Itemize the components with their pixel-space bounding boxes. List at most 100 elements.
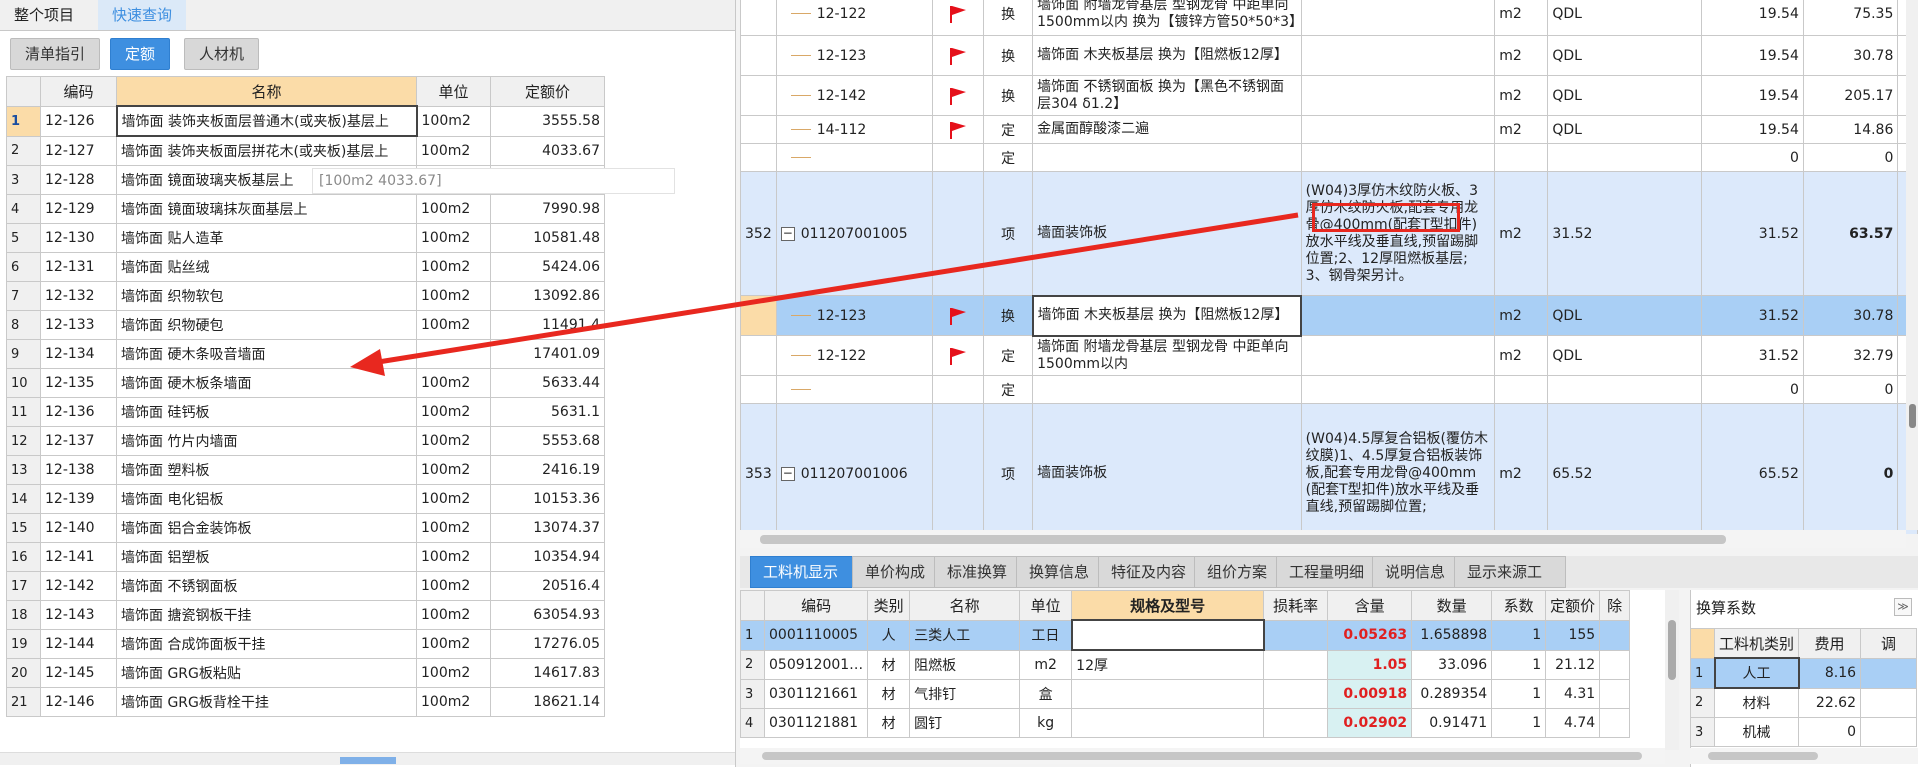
item-features[interactable] — [1300, 35, 1496, 76]
bill-item-row[interactable]: 353−011207001006 项墙面装饰板 (W04)4.5厚复合铝板(覆仿木纹… — [740, 403, 1918, 534]
row-number[interactable] — [740, 295, 777, 336]
tab-quota[interactable]: 定额 — [110, 38, 171, 70]
quota-row[interactable]: 19 12-144 墙饰面 合成饰面板干挂 100m2 17276.05 — [6, 629, 605, 659]
resource-name[interactable]: 三类人工 — [909, 619, 1021, 651]
quota-name[interactable]: 墙饰面 装饰夹板面层拼花木(或夹板)基层上 — [116, 135, 417, 166]
bill-hscroll-thumb[interactable] — [760, 535, 1726, 544]
item-name[interactable]: 墙饰面 木夹板基层 换为【阻燃板12厚】 — [1032, 35, 1302, 76]
row-number[interactable]: 12 — [6, 426, 41, 456]
quota-sub-row[interactable]: 12-122 定墙饰面 附墙龙骨基层 型钢龙骨 中距单向1500mm以内 m2 QDL… — [740, 335, 1918, 376]
resource-name[interactable]: 圆钉 — [909, 708, 1021, 738]
quantity-expression[interactable]: 31.52 — [1547, 171, 1703, 296]
quota-sub-row[interactable]: 定 00 — [740, 375, 1918, 404]
quantity-expression[interactable] — [1547, 143, 1703, 172]
resource-content[interactable]: 0.00918 — [1327, 679, 1413, 709]
quota-row[interactable]: 18 12-143 墙饰面 搪瓷钢板干挂 100m2 63054.93 — [6, 600, 605, 630]
quota-row[interactable]: 17 12-142 墙饰面 不锈钢面板 100m2 20516.4 — [6, 571, 605, 601]
tab-whole-project[interactable]: 整个项目 — [0, 0, 89, 30]
quota-name[interactable]: 墙饰面 硬木板条墙面 — [116, 368, 417, 398]
bill-vscroll-thumb[interactable] — [1909, 404, 1916, 428]
row-number[interactable]: 352 — [740, 171, 777, 296]
coefficient-adjust[interactable] — [1860, 657, 1918, 689]
row-number[interactable]: 15 — [6, 513, 41, 543]
row-number[interactable]: 353 — [740, 403, 777, 534]
quota-sub-row[interactable]: 定 00 — [740, 143, 1918, 172]
item-name[interactable] — [1032, 143, 1302, 172]
resource-name[interactable]: 阻燃板 — [909, 649, 1021, 680]
quota-name[interactable]: 墙饰面 合成饰面板干挂 — [116, 629, 417, 659]
row-number[interactable]: 11 — [6, 397, 41, 427]
quota-name[interactable]: 墙饰面 GRG板背栓干挂 — [116, 687, 417, 717]
row-number[interactable]: 3 — [6, 165, 41, 195]
quota-row[interactable]: 6 12-131 墙饰面 贴丝绒 100m2 5424.06 — [6, 252, 605, 282]
item-features[interactable] — [1300, 0, 1496, 36]
resource-coefficient[interactable]: 1 — [1491, 649, 1547, 680]
row-number[interactable] — [740, 375, 777, 404]
resource-loss-rate[interactable] — [1263, 619, 1329, 651]
item-name[interactable]: 墙饰面 附墙龙骨基层 型钢龙骨 中距单向1500mm以内 — [1032, 335, 1302, 376]
col-unit[interactable]: 单位 — [416, 76, 491, 107]
quantity-expression[interactable]: QDL — [1547, 35, 1703, 76]
resource-loss-rate[interactable] — [1263, 649, 1329, 680]
tab-source-project[interactable]: 显示来源工程 — [1454, 556, 1566, 611]
col-code[interactable]: 编码 — [40, 76, 117, 107]
col-content[interactable]: 含量 — [1327, 590, 1413, 621]
col-fee[interactable]: 费用 — [1798, 628, 1862, 659]
row-number[interactable]: 6 — [6, 252, 41, 282]
quota-sub-row[interactable]: 12-122 换墙饰面 附墙龙骨基层 型钢龙骨 中距单向1500mm以内 换为【镀… — [740, 0, 1918, 36]
tab-unit-price-composition[interactable]: 单价构成 — [852, 556, 940, 588]
quota-sub-row[interactable]: 12-123 换墙饰面 木夹板基层 换为【阻燃板12厚】 m2 QDL 31.52 30.… — [740, 294, 1918, 337]
tab-features-content[interactable]: 特征及内容 — [1098, 556, 1200, 588]
quota-row[interactable]: 1 12-126 墙饰面 装饰夹板面层普通木(或夹板)基层上 100m2 3555.58 — [6, 105, 605, 137]
quota-name[interactable]: 墙饰面 织物硬包 — [116, 310, 417, 340]
row-number[interactable] — [740, 0, 777, 36]
quantity-expression[interactable]: QDL — [1547, 0, 1703, 36]
quota-name[interactable]: 墙饰面 硅钙板 — [116, 397, 417, 427]
tab-conversion-info[interactable]: 换算信息 — [1016, 556, 1104, 588]
quota-name[interactable]: 墙饰面 铝合金装饰板 — [116, 513, 417, 543]
row-number[interactable]: 1 — [1690, 657, 1715, 689]
resource-spec-input[interactable] — [1070, 619, 1265, 651]
bill-item-row[interactable]: 352−011207001005 项墙面装饰板 (W04)3厚仿木纹防火板、3厚仿木… — [740, 171, 1918, 296]
coefficient-hscroll-thumb[interactable] — [1708, 752, 1818, 760]
quota-name[interactable]: 墙饰面 贴丝绒 — [116, 252, 417, 282]
row-number[interactable] — [740, 115, 777, 144]
quota-name[interactable]: 墙饰面 硬木条吸音墙面 — [116, 339, 417, 369]
item-name[interactable]: 金属面醇酸漆二遍 — [1032, 115, 1302, 144]
col-extra[interactable]: 除 — [1599, 590, 1631, 621]
coefficient-category[interactable]: 人工 — [1713, 657, 1800, 689]
col-quota-price[interactable]: 定额价 — [1545, 590, 1601, 621]
row-number[interactable]: 1 — [6, 105, 41, 137]
quota-row[interactable]: 10 12-135 墙饰面 硬木板条墙面 100m2 5633.44 — [6, 368, 605, 398]
tab-pricing-scheme[interactable]: 组价方案 — [1194, 556, 1282, 588]
quota-name[interactable]: 墙饰面 塑料板 — [116, 455, 417, 485]
row-number[interactable] — [740, 143, 777, 172]
quota-name[interactable]: 墙饰面 竹片内墙面 — [116, 426, 417, 456]
row-number[interactable]: 20 — [6, 658, 41, 688]
row-number[interactable]: 14 — [6, 484, 41, 514]
tab-quick-query[interactable]: 快速查询 — [98, 0, 187, 30]
resource-spec-input[interactable]: 12厚 — [1071, 649, 1265, 680]
col-coefficient[interactable]: 系数 — [1491, 590, 1547, 621]
item-features[interactable] — [1300, 335, 1496, 376]
coefficient-category[interactable]: 机械 — [1713, 717, 1800, 747]
resource-hscroll-thumb[interactable] — [762, 752, 1642, 760]
tab-labor-material-machine[interactable]: 人材机 — [184, 38, 260, 70]
resource-loss-rate[interactable] — [1263, 708, 1329, 738]
row-number[interactable]: 10 — [6, 368, 41, 398]
quota-row[interactable]: 12 12-137 墙饰面 竹片内墙面 100m2 5553.68 — [6, 426, 605, 456]
quota-row[interactable]: 15 12-140 墙饰面 铝合金装饰板 100m2 13074.37 — [6, 513, 605, 543]
item-features[interactable] — [1300, 295, 1496, 336]
collapse-icon[interactable]: − — [780, 226, 795, 241]
col-unit[interactable]: 单位 — [1019, 590, 1073, 621]
item-name[interactable]: 墙饰面 木夹板基层 换为【阻燃板12厚】 — [1031, 294, 1303, 337]
row-number[interactable]: 13 — [6, 455, 41, 485]
quota-row[interactable]: 4 12-129 墙饰面 镜面玻璃抹灰面基层上 100m2 7990.98 — [6, 194, 605, 224]
row-number[interactable]: 16 — [6, 542, 41, 572]
coefficient-row[interactable]: 3 机械 0 — [1690, 717, 1918, 747]
quota-name[interactable]: 墙饰面 不锈钢面板 — [116, 571, 417, 601]
quota-name[interactable]: 墙饰面 装饰夹板面层普通木(或夹板)基层上 — [115, 105, 418, 137]
resource-row[interactable]: 4 0301121881 材圆钉 kg 0.02902 0.91471 1 4.74 — [740, 708, 1631, 738]
resource-coefficient[interactable]: 1 — [1491, 708, 1547, 738]
quota-name[interactable]: 墙饰面 镜面玻璃抹灰面基层上 — [116, 194, 417, 224]
